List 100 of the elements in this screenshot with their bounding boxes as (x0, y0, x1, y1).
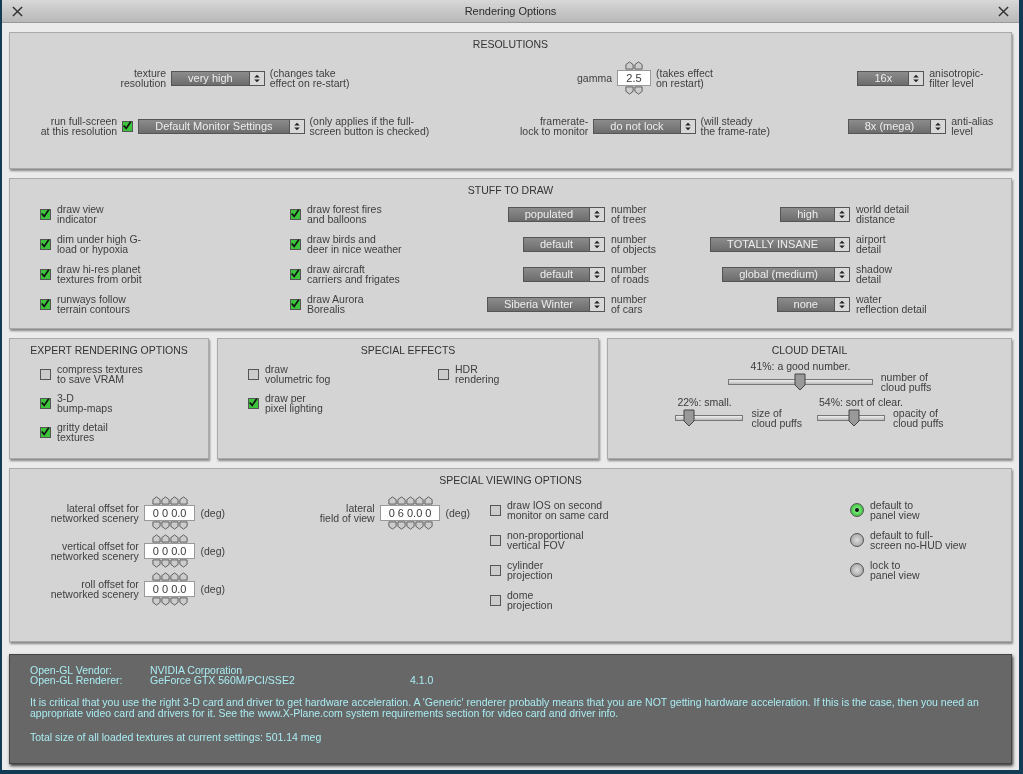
number-field[interactable]: 0 0 0.0 (143, 505, 196, 521)
checkbox[interactable] (248, 397, 259, 409)
checkbox[interactable] (40, 368, 51, 380)
radio-label: lock to panel view (870, 560, 920, 580)
panel-heading: EXPERT RENDERING OPTIONS (29, 343, 189, 356)
dropdown[interactable]: high (780, 206, 850, 222)
slider-thumb[interactable] (683, 409, 695, 427)
field-label: lateral field of view (319, 503, 375, 523)
dropdown[interactable]: very high (171, 70, 265, 86)
dropdown[interactable]: none (776, 296, 850, 312)
checkbox[interactable] (40, 298, 51, 310)
setting-note: (only applies if the full- screen button is checked) (309, 116, 430, 136)
dropdown[interactable]: populated (507, 206, 605, 222)
unit-label: (deg) (200, 508, 225, 518)
field-label: roll offset for networked scenery (50, 579, 139, 599)
panel-heading: SPECIAL VIEWING OPTIONS (438, 473, 583, 486)
checkbox[interactable] (40, 238, 51, 250)
setting-label: gamma (577, 73, 612, 83)
slider-label: number of cloud puffs (880, 372, 932, 392)
setting-label: airport detail (856, 234, 887, 254)
panel-heading: RESOLUTIONS (471, 37, 550, 50)
setting-label: world detail distance (856, 204, 911, 224)
dropdown[interactable]: TOTALLY INSANE (710, 236, 850, 252)
dropdown[interactable]: 16x (857, 70, 925, 86)
setting-note: (will steady the frame-rate) (700, 116, 770, 136)
checkbox[interactable] (40, 426, 51, 438)
version-text: 4.1.0 (410, 675, 434, 685)
checkbox[interactable] (40, 208, 51, 220)
dropdown[interactable]: default (522, 266, 605, 282)
checkbox-label: dim under high G- load or hypoxia (57, 234, 142, 254)
dropdown[interactable]: Siberia Winter (486, 296, 605, 312)
texture-size-text: Total size of all loaded textures at current settings: 501.14 meg (30, 731, 323, 743)
gamma-field[interactable]: 2.5 (617, 70, 651, 86)
checkbox[interactable] (290, 238, 301, 250)
checkbox-label: cylinder projection (507, 560, 553, 580)
checkbox-label: non-proportional vertical FOV (507, 530, 584, 550)
close-icon[interactable] (998, 5, 1009, 17)
info-value: NVIDIA Corporation (150, 665, 244, 675)
radio-button[interactable] (850, 533, 864, 547)
checkbox[interactable] (490, 594, 501, 606)
setting-label: framerate- lock to monitor (520, 116, 589, 136)
checkbox-label: draw Aurora Borealis (307, 294, 364, 314)
slider-thumb[interactable] (794, 373, 807, 391)
checkbox-label: 3-D bump-maps (57, 393, 113, 413)
checkbox[interactable] (438, 368, 449, 380)
slider-thumb[interactable] (847, 409, 860, 427)
unit-label: (deg) (200, 584, 225, 594)
checkbox-label: draw aircraft carriers and frigates (307, 264, 400, 284)
checkbox-label: draw per pixel lighting (265, 393, 323, 413)
checkbox[interactable] (290, 268, 301, 280)
radio-label: default to panel view (870, 500, 920, 520)
checkbox-label: draw hi-res planet textures from orbit (57, 264, 142, 284)
checkbox[interactable] (40, 268, 51, 280)
unit-label: (deg) (445, 508, 470, 518)
radio-button[interactable] (850, 563, 864, 577)
radio-label: default to full- screen no-HUD view (870, 530, 967, 550)
number-field[interactable]: 0 0 0.0 (143, 581, 196, 597)
checkbox[interactable] (122, 120, 134, 132)
setting-label: water reflection detail (856, 294, 928, 314)
info-message: It is critical that you use the right 3-D card and driver to get hardware acceleration. A 'Generic' renderer probably means that you are NOT getting hardware acceleration. If this is the case, then you need an appropriate video card and drivers for it. See the www.X-Plane.com system requirements section for video card and driver info. (30, 697, 980, 719)
number-field[interactable]: 0 0 0.0 (143, 543, 196, 559)
number-field[interactable]: 0 6 0.0 0 (379, 505, 441, 521)
dropdown[interactable]: global (medium) (722, 266, 850, 282)
unit-label: (deg) (200, 546, 225, 556)
checkbox-label: gritty detail textures (57, 422, 108, 442)
field-label: vertical offset for networked scenery (50, 541, 139, 561)
checkbox-label: runways follow terrain contours (57, 294, 130, 314)
panel-heading: STUFF TO DRAW (466, 183, 555, 196)
setting-label: texture resolution (120, 68, 167, 88)
setting-label: shadow detail (856, 264, 894, 284)
checkbox[interactable] (490, 534, 501, 546)
panel-heading: CLOUD DETAIL (770, 343, 849, 356)
checkbox[interactable] (40, 397, 51, 409)
radio-button[interactable] (850, 503, 864, 517)
checkbox-label: draw birds and deer in nice weather (307, 234, 402, 254)
close-icon[interactable] (12, 5, 23, 17)
slider[interactable] (817, 409, 885, 427)
checkbox[interactable] (490, 564, 501, 576)
panel-heading: SPECIAL EFFECTS (359, 343, 457, 356)
checkbox[interactable] (290, 208, 301, 220)
checkbox-label: HDR rendering (455, 364, 500, 384)
checkbox-label: draw IOS on second monitor on same card (507, 500, 609, 520)
slider-label: opacity of cloud puffs (893, 408, 944, 428)
checkbox-label: draw forest fires and balloons (307, 204, 382, 224)
dropdown[interactable]: default (522, 236, 605, 252)
window-title: Rendering Options (464, 5, 557, 17)
setting-note: anti-alias level (951, 116, 994, 136)
checkbox[interactable] (248, 368, 259, 380)
setting-note: (changes take effect on re-start) (269, 68, 350, 88)
slider[interactable] (727, 373, 873, 391)
slider[interactable] (675, 409, 744, 427)
setting-label: number of trees (611, 204, 648, 224)
dropdown[interactable]: Default Monitor Settings (138, 118, 305, 134)
slider-label: size of cloud puffs (751, 408, 802, 428)
dropdown[interactable]: 8x (mega) (847, 118, 947, 134)
setting-label: number of cars (611, 294, 648, 314)
checkbox[interactable] (290, 298, 301, 310)
field-label: lateral offset for networked scenery (50, 503, 139, 523)
dropdown[interactable]: do not lock (593, 118, 696, 134)
checkbox[interactable] (490, 504, 501, 516)
